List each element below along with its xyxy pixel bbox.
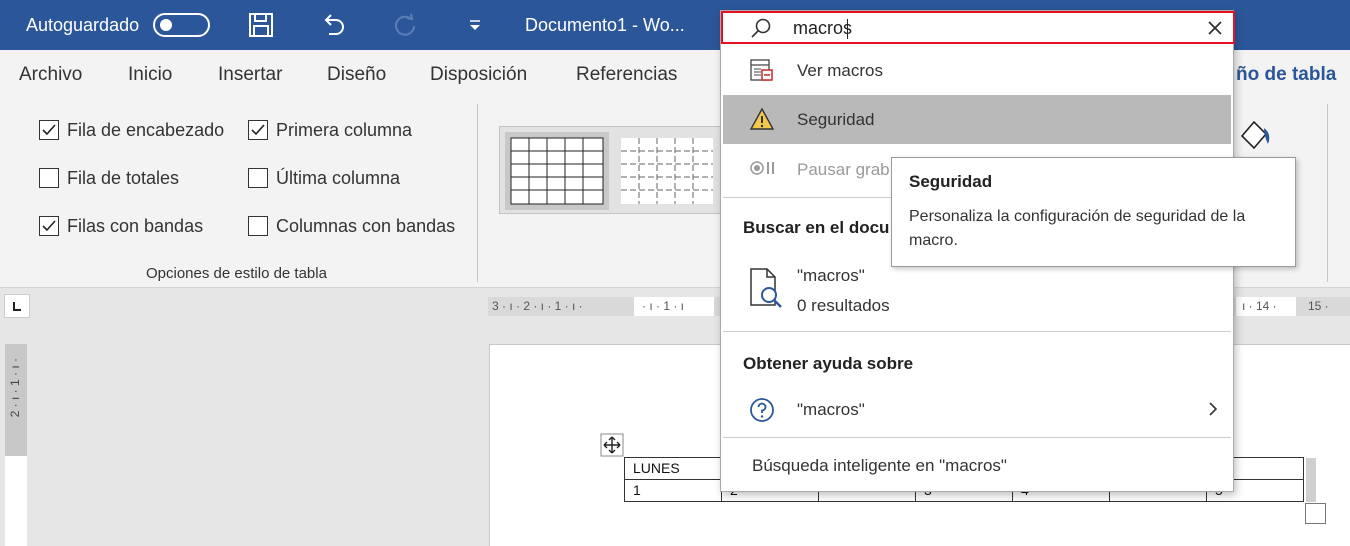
text-cursor <box>847 19 848 39</box>
tooltip: Seguridad Personaliza la configuración d… <box>891 157 1296 267</box>
shading-icon[interactable] <box>1236 114 1276 154</box>
get-help-heading: Obtener ayuda sobre <box>743 354 914 373</box>
tooltip-body: Personaliza la configuración de segurida… <box>909 208 1246 249</box>
ruler-right-marks: ı · 14 · <box>1236 297 1296 316</box>
group-divider <box>477 104 478 282</box>
tab-diseno[interactable]: Diseño <box>327 64 386 86</box>
document-search-icon <box>750 268 782 308</box>
banded-rows-label: Filas con bandas <box>67 216 204 236</box>
table-resize-handle[interactable] <box>1305 503 1326 524</box>
vruler-marks: 2 · ı · 1 · ı · <box>8 358 22 418</box>
tab-inicio[interactable]: Inicio <box>128 64 172 86</box>
customize-toolbar-icon[interactable] <box>460 10 490 40</box>
checkbox-header-row[interactable] <box>39 120 59 140</box>
vruler-page-area <box>5 456 27 546</box>
document-result-count: 0 resultados <box>797 296 890 315</box>
table-style-selected[interactable] <box>505 132 609 210</box>
separator <box>723 331 1231 332</box>
search-input[interactable]: macros <box>721 11 1235 44</box>
save-icon[interactable] <box>246 10 276 40</box>
separator <box>723 437 1231 438</box>
header-row-label: Fila de encabezado <box>67 120 225 140</box>
command-label: Seguridad <box>797 110 875 129</box>
checkbox-banded-columns[interactable] <box>248 216 268 236</box>
checkbox-first-column[interactable] <box>248 120 268 140</box>
warning-icon <box>749 107 775 130</box>
search-document-heading: Buscar en el docu <box>743 218 890 237</box>
command-label: Pausar grab <box>797 160 890 179</box>
autosave-toggle[interactable] <box>153 13 210 37</box>
first-column-label: Primera columna <box>276 120 413 140</box>
tooltip-title: Seguridad <box>909 172 993 191</box>
help-item-label: "macros" <box>797 400 865 419</box>
pause-record-icon <box>750 161 774 175</box>
table-style-grid-light[interactable] <box>615 132 719 210</box>
group-label-table-style-options: Opciones de estilo de tabla <box>146 265 327 282</box>
smart-lookup-link[interactable]: Búsqueda inteligente en "macros" <box>752 456 1007 476</box>
help-item[interactable]: "macros" <box>723 385 1231 433</box>
last-column-label: Última columna <box>276 168 401 188</box>
command-view-macros[interactable]: Ver macros <box>723 47 1231 95</box>
tab-referencias[interactable]: Referencias <box>576 64 677 86</box>
tab-selector-icon[interactable] <box>4 294 30 318</box>
checkbox-total-row[interactable] <box>39 168 59 188</box>
document-result-query: "macros" <box>797 266 865 285</box>
search-query: macros <box>793 18 853 38</box>
table-cell[interactable]: LUNES <box>624 457 722 480</box>
macro-list-icon <box>750 59 773 81</box>
ruler-left-marks: 3 · ı · 2 · ı · 1 · ı · <box>492 299 583 313</box>
total-row-label: Fila de totales <box>67 168 180 188</box>
autosave-label: Autoguardado <box>26 15 140 35</box>
checkbox-last-column[interactable] <box>248 168 268 188</box>
tab-archivo[interactable]: Archivo <box>19 64 82 86</box>
tab-table-design[interactable]: ño de tabla <box>1236 64 1336 86</box>
table-end-marker <box>1306 458 1316 502</box>
command-security[interactable]: Seguridad <box>723 95 1231 144</box>
search-icon <box>751 18 771 38</box>
group-divider-right <box>1327 104 1328 282</box>
command-label: Ver macros <box>797 61 883 80</box>
table-move-handle-icon[interactable] <box>600 433 624 457</box>
ruler-right-end: 15 · <box>1308 299 1329 313</box>
clear-search-icon[interactable] <box>1207 20 1223 36</box>
table-cell[interactable]: 1 <box>624 479 722 502</box>
undo-icon[interactable] <box>318 10 348 40</box>
tab-insertar[interactable]: Insertar <box>218 64 282 86</box>
checkbox-banded-rows[interactable] <box>39 216 59 236</box>
table-styles-gallery <box>499 126 721 214</box>
document-title: Documento1 - Wo... <box>525 15 685 35</box>
redo-icon <box>395 13 415 36</box>
toggle-knob <box>160 19 172 31</box>
ruler-mid-marks: · ı · 1 · ı <box>634 297 714 316</box>
banded-columns-label: Columnas con bandas <box>276 216 456 236</box>
help-icon <box>750 398 774 422</box>
tab-disposicion[interactable]: Disposición <box>430 64 527 86</box>
vertical-ruler[interactable]: 2 · ı · 1 · ı · <box>5 344 27 546</box>
chevron-right-icon <box>1209 402 1218 416</box>
